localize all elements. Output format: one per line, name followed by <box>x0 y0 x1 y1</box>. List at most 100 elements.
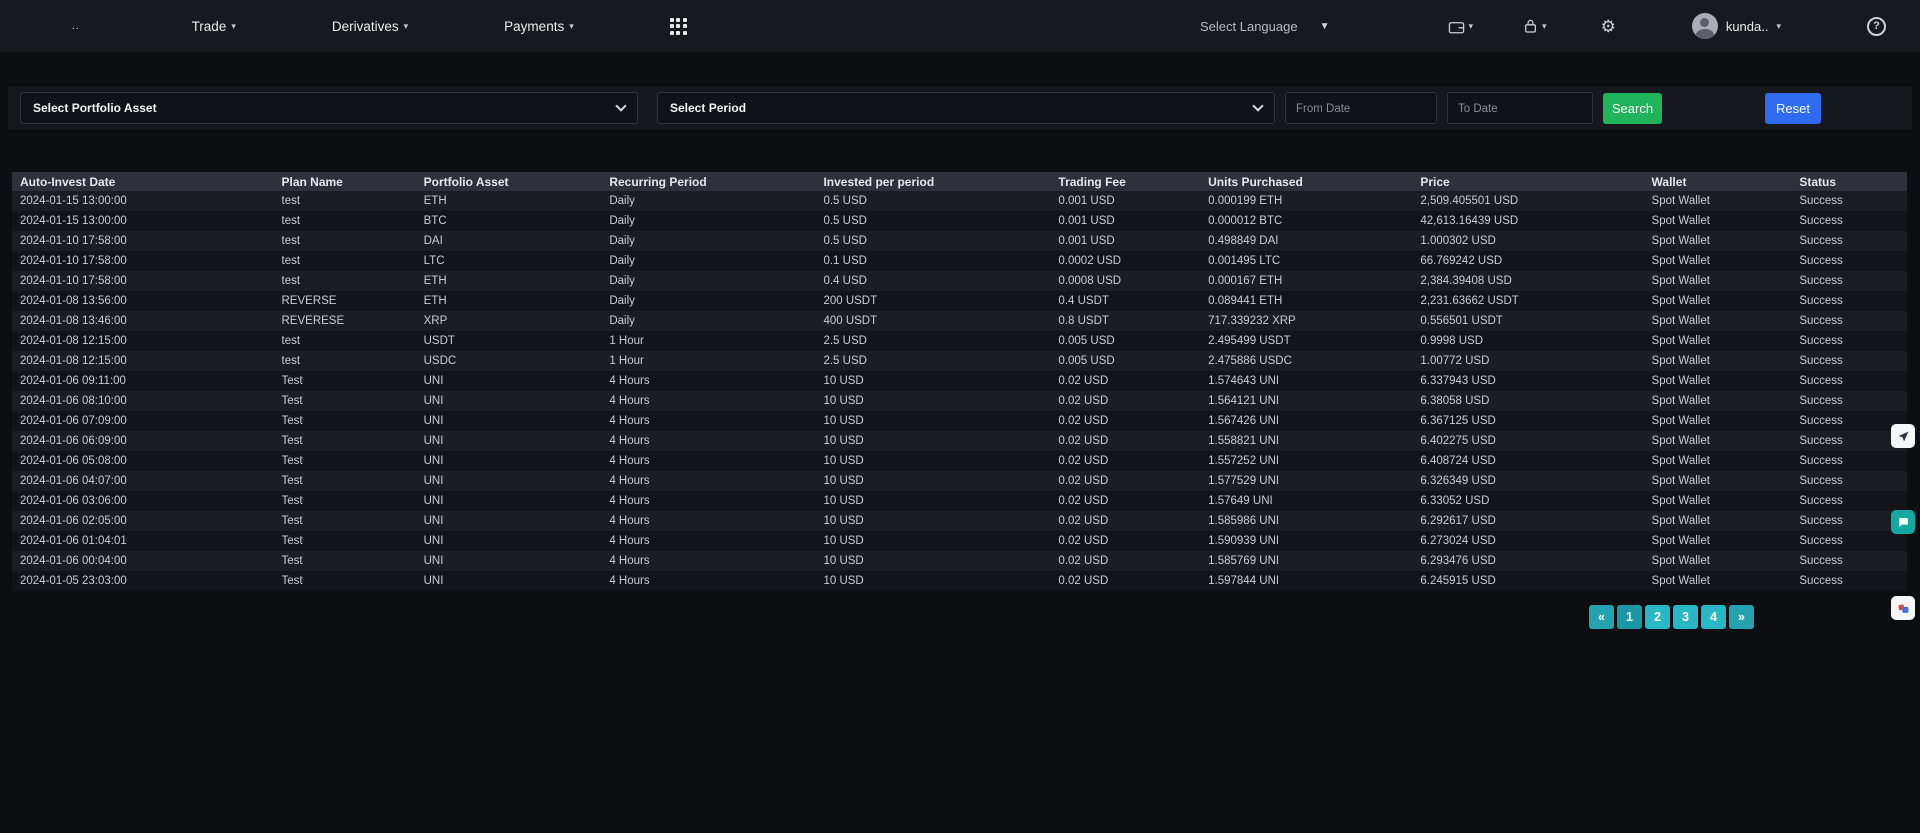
pagination-page-button[interactable]: 3 <box>1673 605 1698 629</box>
table-cell: 1.57649 UNI <box>1200 491 1412 511</box>
table-cell: UNI <box>416 391 602 411</box>
table-cell: 6.273024 USD <box>1412 531 1643 551</box>
table-cell: 0.000199 ETH <box>1200 191 1412 211</box>
table-cell: 1 Hour <box>601 351 815 371</box>
table-cell: Success <box>1791 391 1907 411</box>
nav-menu-payments[interactable]: Payments ▾ <box>504 19 574 34</box>
chat-widget-button[interactable] <box>1891 510 1915 534</box>
portfolio-asset-select[interactable]: Select Portfolio Asset <box>20 92 638 124</box>
table-cell: 2024-01-06 08:10:00 <box>12 391 274 411</box>
table-row: 2024-01-06 07:09:00TestUNI4 Hours10 USD0… <box>12 411 1907 431</box>
table-row: 2024-01-06 06:09:00TestUNI4 Hours10 USD0… <box>12 431 1907 451</box>
gear-icon[interactable]: ⚙ <box>1601 18 1616 35</box>
pagination-page-button[interactable]: 4 <box>1701 605 1726 629</box>
security-menu[interactable]: ▾ <box>1523 18 1547 34</box>
table-cell: Daily <box>601 311 815 331</box>
period-select[interactable]: Select Period <box>657 92 1275 124</box>
table-cell: Test <box>274 491 416 511</box>
table-cell: 2.475886 USDC <box>1200 351 1412 371</box>
table-cell: 6.38058 USD <box>1412 391 1643 411</box>
table-cell: 1.577529 UNI <box>1200 471 1412 491</box>
table-cell: 10 USD <box>815 511 1050 531</box>
table-cell: 0.001 USD <box>1050 231 1200 251</box>
column-header: Plan Name <box>274 172 416 191</box>
table-cell: Spot Wallet <box>1644 311 1792 331</box>
table-cell: Daily <box>601 191 815 211</box>
pagination-next-button[interactable]: » <box>1729 605 1754 629</box>
table-cell: Success <box>1791 191 1907 211</box>
avatar <box>1692 13 1718 39</box>
table-cell: 10 USD <box>815 371 1050 391</box>
table-cell: 1.558821 UNI <box>1200 431 1412 451</box>
filter-bar: Select Portfolio Asset Select Period Sea… <box>8 86 1912 130</box>
reset-button[interactable]: Reset <box>1765 93 1821 124</box>
table-cell: 2024-01-08 12:15:00 <box>12 351 274 371</box>
table-cell: 4 Hours <box>601 511 815 531</box>
wallet-menu[interactable]: ▾ <box>1448 19 1474 34</box>
table-cell: USDT <box>416 331 602 351</box>
nav-menu-derivatives[interactable]: Derivatives ▾ <box>332 19 408 34</box>
apps-grid-icon[interactable] <box>670 18 687 35</box>
table-cell: 2024-01-06 07:09:00 <box>12 411 274 431</box>
table-cell: 0.02 USD <box>1050 571 1200 591</box>
table-cell: 10 USD <box>815 571 1050 591</box>
table-cell: 0.02 USD <box>1050 371 1200 391</box>
language-caret-icon[interactable]: ▼ <box>1320 21 1330 32</box>
chevron-down-icon: ▾ <box>1542 22 1547 31</box>
search-button[interactable]: Search <box>1603 93 1662 124</box>
table-cell: 2.5 USD <box>815 351 1050 371</box>
table-cell: Daily <box>601 251 815 271</box>
table-cell: 0.5 USD <box>815 191 1050 211</box>
table-cell: 6.293476 USD <box>1412 551 1643 571</box>
table-cell: 2.495499 USDT <box>1200 331 1412 351</box>
from-date-input[interactable] <box>1285 92 1437 124</box>
table-cell: LTC <box>416 251 602 271</box>
table-row: 2024-01-06 02:05:00TestUNI4 Hours10 USD0… <box>12 511 1907 531</box>
chevron-down-icon: ▾ <box>231 22 236 31</box>
help-icon[interactable]: ? <box>1867 17 1886 36</box>
table-cell: 2024-01-08 13:56:00 <box>12 291 274 311</box>
table-cell: ETH <box>416 191 602 211</box>
table-cell: Test <box>274 371 416 391</box>
table-cell: 0.1 USD <box>815 251 1050 271</box>
table-cell: Success <box>1791 231 1907 251</box>
table-cell: REVERSE <box>274 291 416 311</box>
table-cell: Success <box>1791 451 1907 471</box>
pagination-prev-button[interactable]: « <box>1589 605 1614 629</box>
table-cell: Daily <box>601 211 815 231</box>
to-date-input[interactable] <box>1447 92 1593 124</box>
table-cell: Success <box>1791 291 1907 311</box>
app-widget-button[interactable] <box>1891 596 1915 620</box>
table-cell: UNI <box>416 511 602 531</box>
pagination-page-button[interactable]: 2 <box>1645 605 1670 629</box>
table-cell: Spot Wallet <box>1644 551 1792 571</box>
table-cell: test <box>274 331 416 351</box>
column-header: Recurring Period <box>601 172 815 191</box>
table-cell: Daily <box>601 291 815 311</box>
table-cell: 0.02 USD <box>1050 411 1200 431</box>
language-selector[interactable]: Select Language <box>1200 19 1298 34</box>
table-cell: UNI <box>416 431 602 451</box>
pagination-page-button[interactable]: 1 <box>1617 605 1642 629</box>
nav-menu-trade[interactable]: Trade ▾ <box>192 19 236 34</box>
table-cell: UNI <box>416 571 602 591</box>
table-cell: Test <box>274 511 416 531</box>
table-row: 2024-01-06 05:08:00TestUNI4 Hours10 USD0… <box>12 451 1907 471</box>
table-cell: 4 Hours <box>601 471 815 491</box>
chevron-down-icon: ▾ <box>569 22 574 31</box>
table-row: 2024-01-06 04:07:00TestUNI4 Hours10 USD0… <box>12 471 1907 491</box>
table-cell: Success <box>1791 211 1907 231</box>
table-cell: 0.000167 ETH <box>1200 271 1412 291</box>
table-cell: 1.590939 UNI <box>1200 531 1412 551</box>
table-cell: Test <box>274 431 416 451</box>
table-cell: 0.556501 USDT <box>1412 311 1643 331</box>
table-cell: UNI <box>416 471 602 491</box>
share-widget-button[interactable] <box>1891 424 1915 448</box>
user-menu[interactable]: kunda.. ▾ <box>1692 13 1781 39</box>
table-cell: UNI <box>416 371 602 391</box>
column-header: Units Purchased <box>1200 172 1412 191</box>
table-cell: test <box>274 191 416 211</box>
table-cell: Success <box>1791 251 1907 271</box>
table-cell: 4 Hours <box>601 451 815 471</box>
logo[interactable]: .. <box>72 21 80 32</box>
